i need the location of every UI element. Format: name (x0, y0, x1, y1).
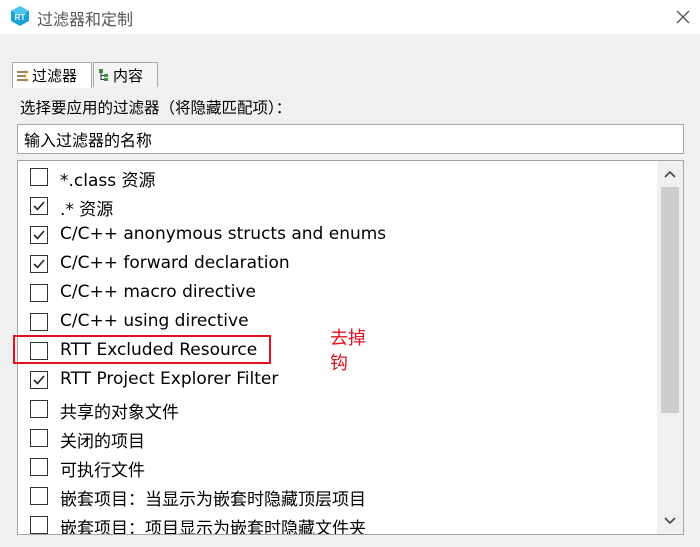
filter-checkbox[interactable] (30, 487, 48, 505)
filter-list-item[interactable]: C/C++ forward declaration (18, 250, 658, 279)
filter-prompt-label: 选择要应用的过滤器（将隐藏匹配项）： (20, 99, 292, 117)
filter-checkbox[interactable] (30, 284, 48, 302)
filter-label: C/C++ using directive (60, 311, 249, 331)
checkmark-icon (33, 230, 45, 240)
filter-label: RTT Project Explorer Filter (60, 369, 279, 389)
filter-checkbox[interactable] (30, 255, 48, 273)
annotation-text: 去掉钩 (330, 328, 366, 374)
filter-label: 关闭的项目 (60, 432, 145, 452)
filter-checkbox[interactable] (30, 458, 48, 476)
filter-label: RTT Excluded Resource (60, 340, 258, 360)
close-icon (676, 10, 690, 24)
checkmark-icon (33, 259, 45, 269)
filter-list-item[interactable]: 关闭的项目 (18, 424, 658, 453)
tab-filters-label: 过滤器 (32, 67, 78, 85)
filter-label: .* 资源 (60, 200, 114, 220)
filter-list-item[interactable]: C/C++ anonymous structs and enums (18, 221, 658, 250)
filter-label: *.class 资源 (60, 171, 156, 191)
chevron-up-icon (664, 170, 676, 178)
chevron-down-icon (664, 517, 676, 525)
filter-checkbox[interactable] (30, 400, 48, 418)
filter-list-item[interactable]: *.class 资源 (18, 163, 658, 192)
filter-checkbox[interactable] (30, 313, 48, 331)
checkmark-icon (33, 201, 45, 211)
filter-list-item[interactable]: C/C++ macro directive (18, 279, 658, 308)
tab-filters[interactable]: 过滤器 (12, 62, 92, 88)
svg-text:RT: RT (15, 13, 26, 22)
tab-content[interactable]: 内容 (93, 62, 158, 87)
filter-label: 共享的对象文件 (60, 403, 179, 423)
filter-list-item[interactable]: 嵌套项目：项目显示为嵌套时隐藏文件夹 (18, 511, 658, 535)
filter-list-item[interactable]: 共享的对象文件 (18, 395, 658, 424)
filter-checkbox[interactable] (30, 197, 48, 215)
filter-label: 可执行文件 (60, 461, 145, 481)
filter-label: 嵌套项目：当显示为嵌套时隐藏顶层项目 (60, 490, 366, 510)
filter-checkbox[interactable] (30, 371, 48, 389)
tab-content-label: 内容 (113, 66, 144, 85)
filter-checkbox[interactable] (30, 342, 48, 360)
vertical-scrollbar[interactable] (657, 161, 683, 534)
close-button[interactable] (671, 5, 695, 29)
content-tree-icon (97, 68, 111, 82)
filter-list-item[interactable]: .* 资源 (18, 192, 658, 221)
rt-logo-icon: RT (11, 6, 29, 26)
filter-label: C/C++ anonymous structs and enums (60, 224, 387, 244)
filter-checkbox[interactable] (30, 226, 48, 244)
title-bar: RT 过滤器和定制 (0, 0, 700, 34)
filter-checkbox[interactable] (30, 429, 48, 447)
window-title: 过滤器和定制 (37, 10, 134, 29)
filter-label: C/C++ forward declaration (60, 253, 290, 273)
scrollbar-thumb[interactable] (661, 187, 679, 413)
checkmark-icon (33, 375, 45, 385)
filter-checkbox[interactable] (30, 168, 48, 186)
scroll-down-button[interactable] (657, 508, 683, 534)
filter-name-input[interactable] (17, 124, 684, 154)
filter-label: 嵌套项目：项目显示为嵌套时隐藏文件夹 (60, 519, 366, 535)
filter-checkbox[interactable] (30, 516, 48, 534)
filter-icon (16, 69, 30, 83)
filter-list-item[interactable]: 嵌套项目：当显示为嵌套时隐藏顶层项目 (18, 482, 658, 511)
filter-label: C/C++ macro directive (60, 282, 256, 302)
filter-list-item[interactable]: 可执行文件 (18, 453, 658, 482)
scroll-up-button[interactable] (657, 161, 683, 187)
